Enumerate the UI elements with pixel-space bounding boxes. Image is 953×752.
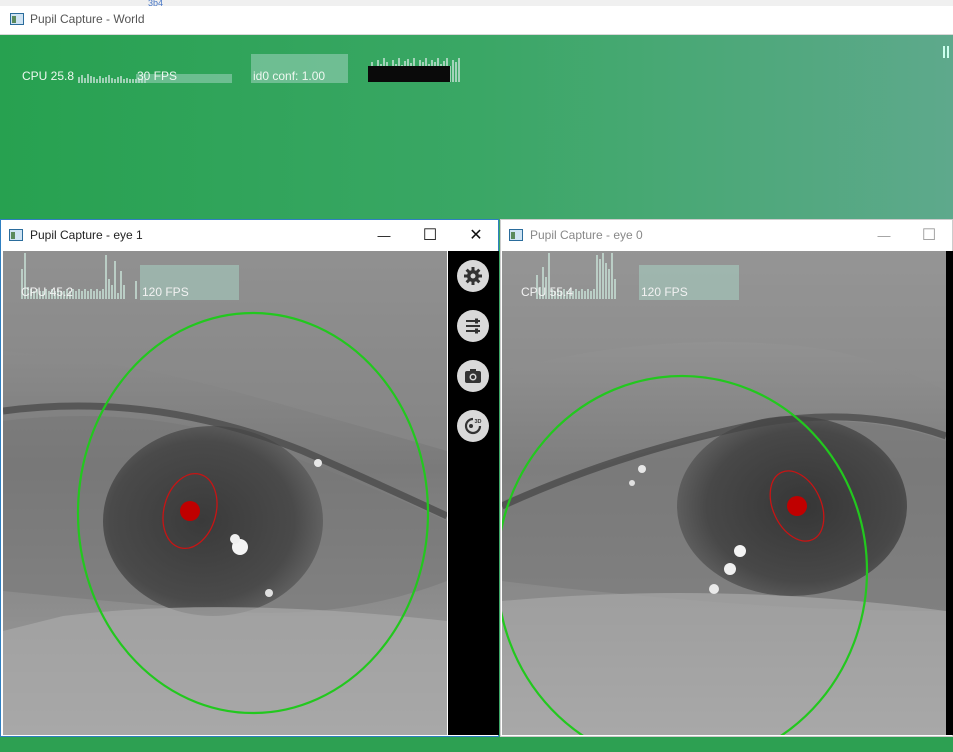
camera-button[interactable]	[457, 360, 489, 392]
3d-badge: 3D	[475, 419, 482, 425]
eye0-title: Pupil Capture - eye 0	[530, 228, 643, 242]
app-icon	[9, 229, 23, 241]
minimize-button[interactable]: —	[861, 220, 907, 250]
world-bottom-strip	[0, 737, 953, 752]
minimize-button[interactable]: —	[361, 220, 407, 250]
eye1-titlebar[interactable]: Pupil Capture - eye 1 — ☐ ✕	[1, 220, 498, 250]
settings-button[interactable]	[457, 260, 489, 292]
eye1-fps-label: 120 FPS	[142, 285, 189, 299]
eye0-camera-view[interactable]: CPU 55.4 120 FPS	[502, 251, 946, 735]
eye1-cpu-label: CPU 45.2	[21, 285, 74, 299]
eye0-eye-image	[502, 251, 946, 735]
eye1-window: Pupil Capture - eye 1 — ☐ ✕ CPU 45.2 120…	[0, 219, 499, 737]
close-button[interactable]: ✕	[453, 220, 499, 250]
model-reset-button[interactable]: 3D	[457, 410, 489, 442]
eye0-sidebar	[946, 251, 953, 735]
maximize-button[interactable]: ☐	[906, 220, 952, 250]
app-icon	[10, 13, 24, 25]
world-title: Pupil Capture - World	[30, 12, 145, 26]
eye1-title: Pupil Capture - eye 1	[30, 228, 143, 242]
eye0-titlebar[interactable]: Pupil Capture - eye 0 — ☐	[501, 220, 952, 250]
app-icon	[509, 229, 523, 241]
camera-icon	[465, 369, 481, 383]
eye1-eye-image	[3, 251, 447, 735]
eye0-window: Pupil Capture - eye 0 — ☐ CPU 55.4 120 F…	[500, 219, 953, 737]
redacted-region	[368, 66, 450, 82]
world-titlebar[interactable]: Pupil Capture - World	[0, 6, 953, 35]
eye1-camera-view[interactable]: CPU 45.2 120 FPS	[3, 251, 447, 735]
eye1-sidebar: 3D	[448, 251, 499, 735]
world-fps-label: 30 FPS	[137, 69, 178, 83]
maximize-button[interactable]: ☐	[407, 220, 453, 250]
eye0-cpu-label: CPU 55.4	[521, 285, 574, 299]
3d-model-icon: 3D	[464, 417, 482, 435]
plugin-settings-button[interactable]	[457, 310, 489, 342]
world-confidence-label: id0 conf: 1.00	[253, 69, 326, 83]
menu-collapse-handle[interactable]	[943, 46, 949, 58]
world-cpu-label: CPU 25.8	[22, 69, 75, 83]
eye0-fps-label: 120 FPS	[641, 285, 688, 299]
gear-icon	[464, 267, 482, 285]
sliders-icon	[466, 318, 480, 334]
